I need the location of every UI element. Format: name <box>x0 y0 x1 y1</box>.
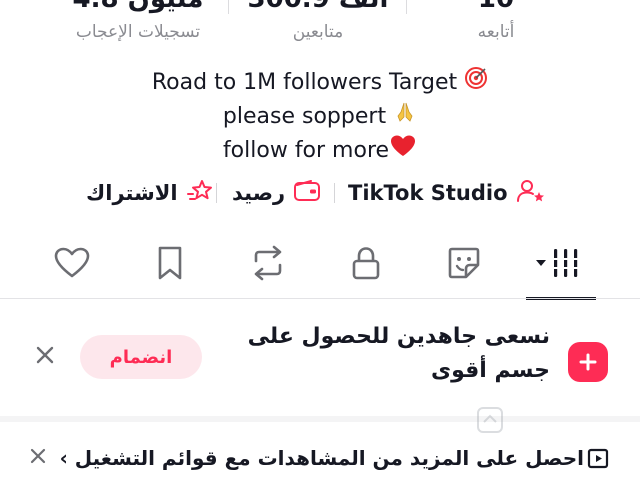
following-label: أتابعه <box>477 22 515 42</box>
tiktok-studio-label: TikTok Studio <box>348 181 508 205</box>
challenge-text: نسعى جاهدين للحصول على جسم أقوى <box>247 324 550 383</box>
close-icon <box>35 345 55 369</box>
profile-tabs <box>0 236 640 300</box>
followers-count: 300.9 ألف <box>228 0 408 16</box>
tabs-divider <box>0 298 640 299</box>
link-separator <box>216 183 217 203</box>
tab-favorites[interactable] <box>140 236 200 294</box>
link-separator <box>334 183 335 203</box>
subscription-link[interactable]: الاشتراك <box>86 174 214 212</box>
heart-icon <box>53 246 91 284</box>
sticker-face-icon <box>446 245 482 285</box>
followers-stat[interactable]: 300.9 ألف متابعين <box>228 0 408 44</box>
repost-icon <box>249 245 287 285</box>
join-button[interactable]: انضمام <box>80 335 202 379</box>
bio-line-2: please soppert <box>0 100 640 134</box>
bio-line-3: follow for more <box>0 134 640 168</box>
likes-count: 4.8 مليون <box>48 0 228 16</box>
tiktok-studio-link[interactable]: TikTok Studio <box>348 174 546 212</box>
tab-stickers[interactable] <box>434 236 494 294</box>
profile-bio: Road to 1M followers Target please soppe… <box>0 66 640 168</box>
tab-reposts[interactable] <box>238 236 298 294</box>
tab-private[interactable] <box>336 236 396 294</box>
watermark-logo <box>474 398 624 454</box>
following-count: 10 <box>406 0 586 16</box>
praying-hands-icon <box>393 100 417 134</box>
banner-close-button[interactable] <box>30 342 60 372</box>
playlist-close-button[interactable] <box>24 444 52 472</box>
likes-label: تسجيلات الإعجاب <box>75 22 201 42</box>
likes-stat[interactable]: 4.8 مليون تسجيلات الإعجاب <box>48 0 228 44</box>
tab-liked[interactable] <box>42 236 102 294</box>
add-calendar-icon <box>568 342 608 382</box>
challenge-banner: انضمام نسعى جاهدين للحصول على جسم أقوى <box>0 306 640 408</box>
bio-text-3: follow for more <box>222 138 390 163</box>
bio-text-2: please soppert <box>222 104 387 129</box>
bio-text-1: Road to 1M followers Target <box>151 70 458 95</box>
bio-line-1: Road to 1M followers Target <box>0 66 640 100</box>
red-heart-icon <box>389 134 417 168</box>
profile-stats: 4.8 مليون تسجيلات الإعجاب 300.9 ألف متاب… <box>0 0 640 48</box>
following-stat[interactable]: 10 أتابعه <box>406 0 586 44</box>
lock-icon <box>349 245 383 285</box>
subscription-star-icon <box>186 178 214 208</box>
close-icon <box>29 447 47 469</box>
followers-label: متابعين <box>292 22 344 42</box>
creator-user-star-icon <box>516 178 546 208</box>
target-icon <box>464 66 488 100</box>
balance-link[interactable]: رصيد <box>232 174 321 212</box>
subscription-label: الاشتراك <box>86 181 178 205</box>
videos-grid-icon <box>534 245 586 285</box>
wallet-icon <box>293 179 321 207</box>
balance-label: رصيد <box>232 181 286 205</box>
profile-links: الاشتراك رصيد TikTok Studio <box>0 174 640 212</box>
bookmark-icon <box>155 245 185 285</box>
tab-videos[interactable] <box>530 236 590 294</box>
